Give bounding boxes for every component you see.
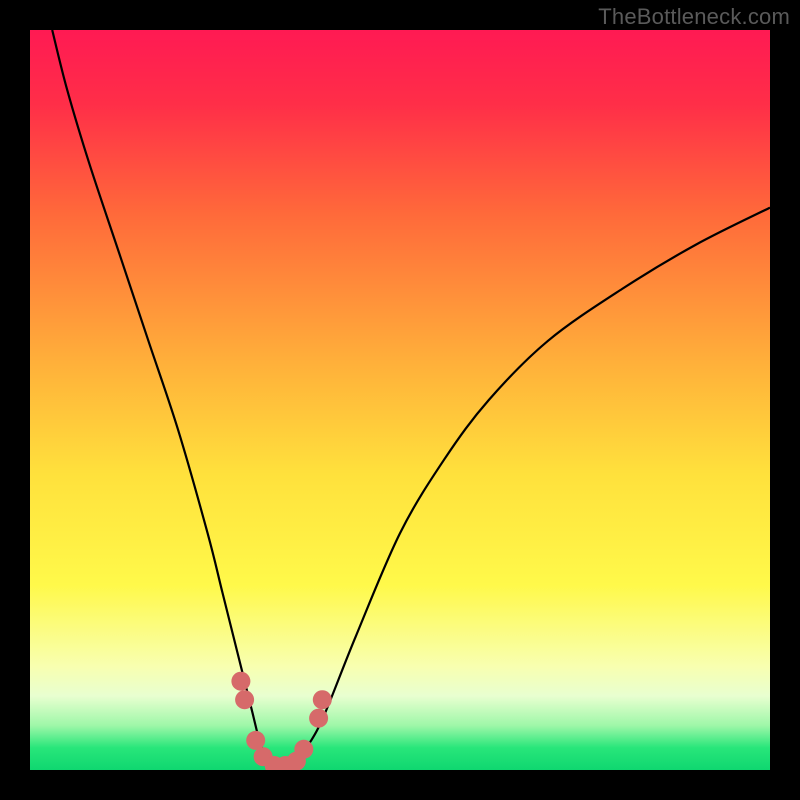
watermark-text: TheBottleneck.com [598, 4, 790, 30]
highlight-point [309, 709, 328, 728]
chart-svg [30, 30, 770, 770]
highlight-point [231, 672, 250, 691]
highlight-point [313, 690, 332, 709]
plot-area [30, 30, 770, 770]
gradient-background [30, 30, 770, 770]
highlight-point [235, 690, 254, 709]
highlight-point [294, 740, 313, 759]
highlight-point [246, 731, 265, 750]
chart-frame: TheBottleneck.com [0, 0, 800, 800]
